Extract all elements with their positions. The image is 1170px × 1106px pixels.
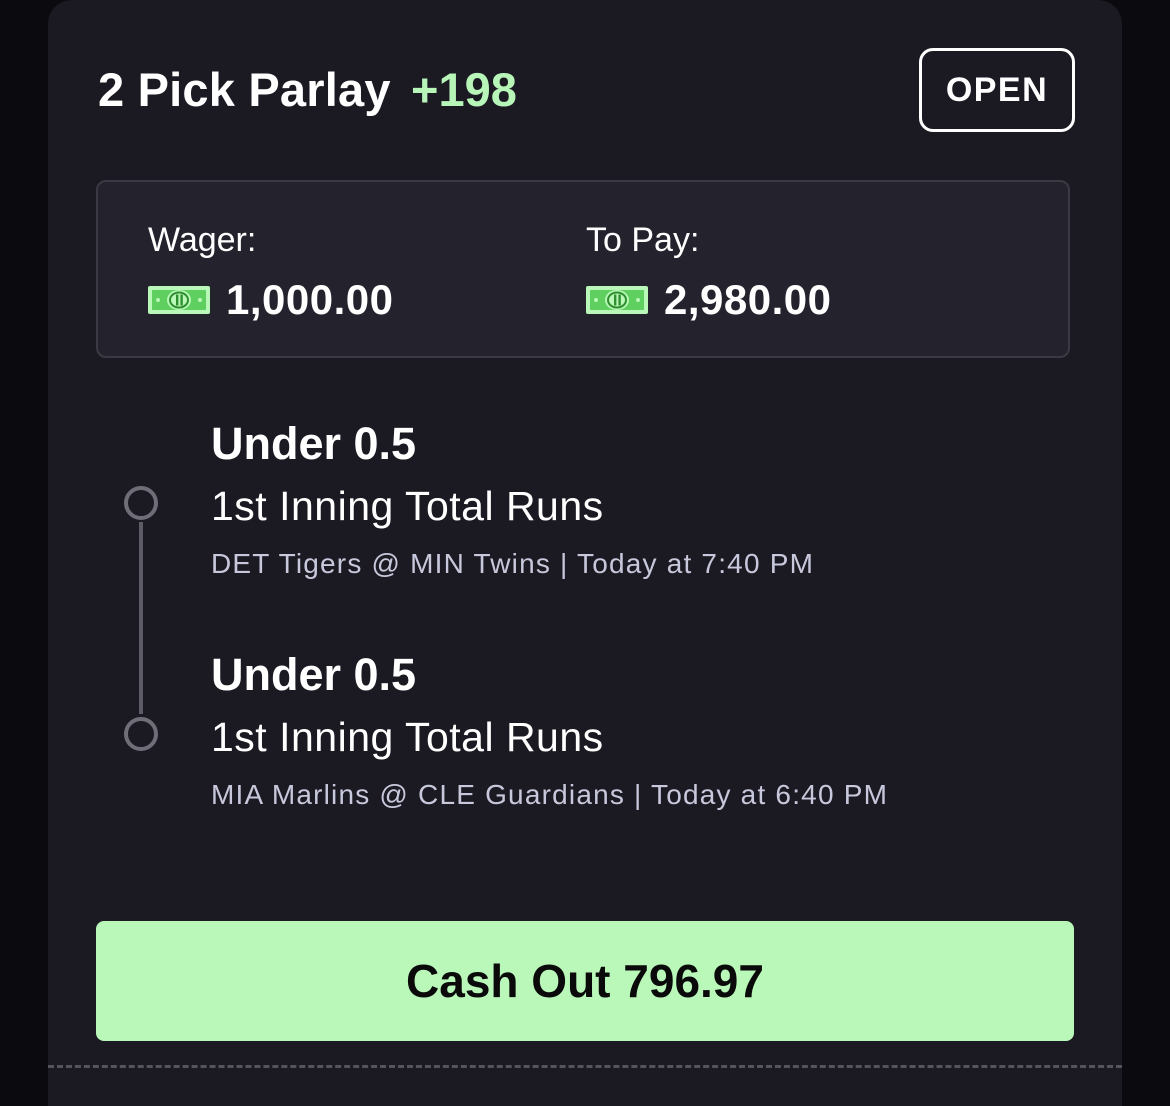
bet-odds: +198 bbox=[411, 63, 517, 116]
leg-market: 1st Inning Total Runs bbox=[211, 714, 604, 760]
timeline-connector bbox=[139, 522, 143, 714]
payout-column: To Pay: 2,980.00 bbox=[586, 220, 832, 324]
parlay-leg: Under 0.5 1st Inning Total Runs MIA Marl… bbox=[211, 649, 888, 812]
leg-market: 1st Inning Total Runs bbox=[211, 483, 604, 529]
cash-bill-icon bbox=[586, 286, 648, 314]
parlay-leg: Under 0.5 1st Inning Total Runs DET Tige… bbox=[211, 418, 814, 581]
leg-pick: Under 0.5 bbox=[211, 418, 417, 469]
payout-label: To Pay: bbox=[586, 221, 700, 259]
cash-bill-icon bbox=[148, 286, 210, 314]
wager-label: Wager: bbox=[148, 221, 257, 259]
parlay-bet-card: 2 Pick Parlay +198 OPEN Wager: 1,000.00 bbox=[48, 0, 1122, 1106]
wager-amount: 1,000.00 bbox=[226, 276, 394, 323]
payout-amount: 2,980.00 bbox=[664, 276, 832, 323]
wager-column: Wager: 1,000.00 bbox=[148, 220, 394, 324]
leg-status-circle-icon bbox=[124, 717, 158, 751]
bet-title: 2 Pick Parlay bbox=[98, 63, 391, 116]
leg-game-info: MIA Marlins @ CLE Guardians | Today at 6… bbox=[211, 779, 889, 810]
leg-pick: Under 0.5 bbox=[211, 649, 417, 700]
leg-status-circle-icon bbox=[124, 486, 158, 520]
leg-game-info: DET Tigers @ MIN Twins | Today at 7:40 P… bbox=[211, 548, 815, 579]
wager-summary-box: Wager: 1,000.00 To Pay: 2,980.00 bbox=[96, 180, 1070, 358]
cash-out-button[interactable]: Cash Out 796.97 bbox=[96, 921, 1074, 1041]
status-badge: OPEN bbox=[919, 48, 1075, 132]
dashed-divider bbox=[48, 1065, 1122, 1068]
